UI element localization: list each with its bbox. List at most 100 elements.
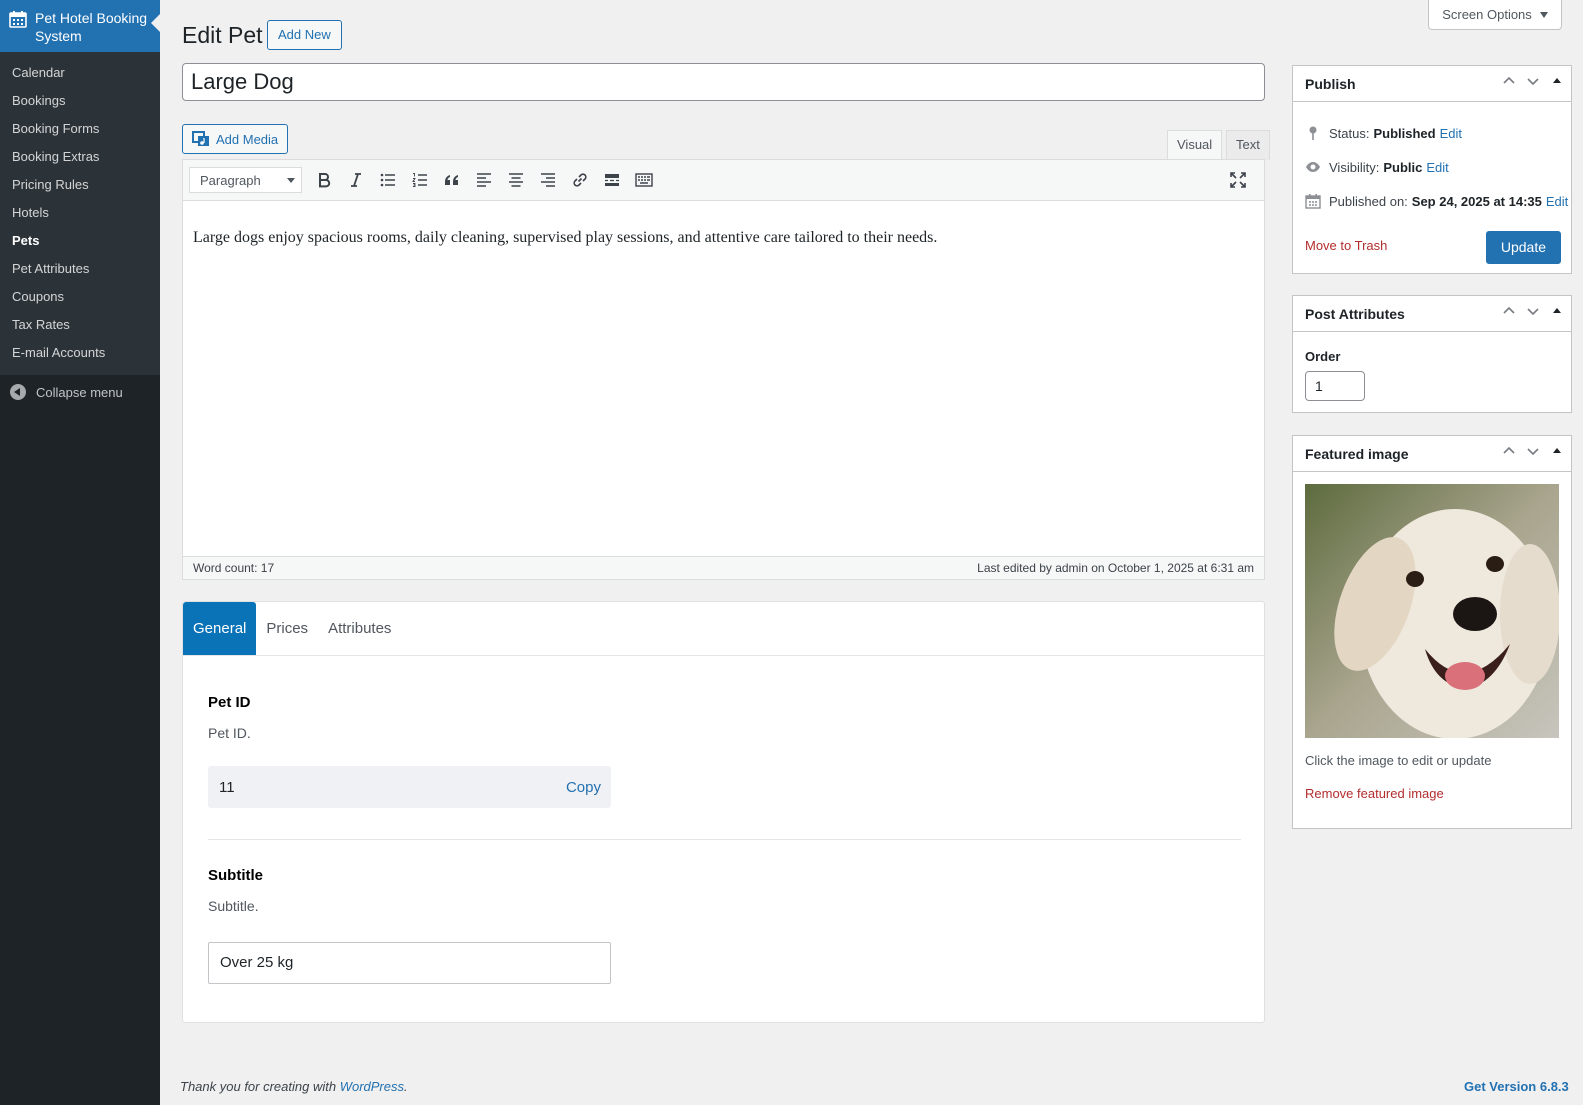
sidebar-item-pets[interactable]: Pets [0, 227, 160, 255]
post-title-input[interactable]: Large Dog [182, 63, 1265, 101]
sidebar-item-email-accounts[interactable]: E-mail Accounts [0, 339, 160, 367]
sidebar-item-pet-attributes[interactable]: Pet Attributes [0, 255, 160, 283]
featured-image-hint: Click the image to edit or update [1305, 753, 1492, 768]
align-right-button[interactable] [532, 165, 564, 195]
italic-button[interactable] [340, 165, 372, 195]
collapse-menu-button[interactable]: Collapse menu [0, 375, 160, 409]
fullscreen-icon [1230, 172, 1246, 188]
align-left-button[interactable] [468, 165, 500, 195]
keyboard-icon [635, 173, 653, 187]
sidebar-item-booking-extras[interactable]: Booking Extras [0, 143, 160, 171]
bulleted-list-button[interactable] [372, 165, 404, 195]
sidebar-item-coupons[interactable]: Coupons [0, 283, 160, 311]
sidebar-item-pricing-rules[interactable]: Pricing Rules [0, 171, 160, 199]
featured-box-header: Featured image [1293, 436, 1571, 472]
chevron-up-icon[interactable] [1501, 443, 1517, 459]
page-title: Edit Pet [182, 22, 263, 48]
update-button[interactable]: Update [1485, 231, 1561, 264]
add-media-button[interactable]: Add Media [182, 124, 289, 154]
visibility-label: Visibility: [1329, 159, 1380, 175]
sidebar-item-hotels[interactable]: Hotels [0, 199, 160, 227]
visibility-row: Visibility: Public Edit [1305, 159, 1449, 175]
status-label: Status: [1329, 125, 1370, 141]
sidebar-submenu: Calendar Bookings Booking Forms Booking … [0, 52, 160, 375]
tab-prices[interactable]: Prices [256, 602, 318, 655]
meta-tabs: General Prices Attributes [183, 602, 1264, 656]
pet-id-description: Pet ID. [208, 725, 251, 741]
subtitle-description: Subtitle. [208, 898, 259, 914]
eye-icon [1306, 162, 1320, 172]
publish-box-title: Publish [1305, 75, 1356, 92]
pet-id-field: 11 Copy [208, 766, 611, 808]
align-right-icon [541, 173, 555, 187]
tab-text[interactable]: Text [1226, 130, 1270, 160]
chevron-up-icon[interactable] [1501, 303, 1517, 319]
screen-options-button[interactable]: Screen Options [1428, 0, 1562, 30]
visibility-edit-link[interactable]: Edit [1426, 160, 1448, 175]
copy-link[interactable]: Copy [566, 779, 601, 796]
editor-content-area[interactable]: Large dogs enjoy spacious rooms, daily c… [183, 201, 1264, 559]
attributes-box-header: Post Attributes [1293, 296, 1571, 332]
chevron-down-icon[interactable] [1525, 73, 1541, 89]
insert-link-button[interactable] [564, 165, 596, 195]
featured-box-title: Featured image [1305, 445, 1409, 462]
chevron-up-icon[interactable] [1501, 73, 1517, 89]
sidebar-item-tax-rates[interactable]: Tax Rates [0, 311, 160, 339]
remove-featured-image-link[interactable]: Remove featured image [1305, 786, 1444, 801]
publish-box: Publish Status: Published Edit Visibilit… [1292, 65, 1572, 274]
version-link[interactable]: Get Version 6.8.3 [1464, 1079, 1569, 1094]
published-edit-link[interactable]: Edit [1546, 194, 1568, 209]
bullet-list-icon [380, 173, 395, 187]
chevron-down-icon[interactable] [1525, 303, 1541, 319]
content-editor: Paragraph Large dogs enjoy spacious room… [182, 159, 1265, 580]
order-label: Order [1305, 349, 1341, 364]
footer-thanks: Thank you for creating with WordPress. [180, 1079, 408, 1094]
tab-attributes[interactable]: Attributes [318, 602, 401, 655]
editor-toolbar: Paragraph [183, 160, 1264, 201]
sidebar-item-calendar[interactable]: Calendar [0, 59, 160, 87]
sidebar-brand[interactable]: Pet Hotel Booking System [0, 0, 160, 52]
read-more-button[interactable] [596, 165, 628, 195]
featured-image-dog[interactable] [1305, 484, 1559, 738]
collapse-triangle-icon[interactable] [1549, 443, 1565, 459]
toolbar-toggle-button[interactable] [628, 165, 660, 195]
tab-general[interactable]: General [183, 602, 257, 655]
bold-icon [319, 173, 331, 188]
published-on-row: Published on: Sep 24, 2025 at 14:35 Edit [1305, 193, 1568, 209]
status-edit-link[interactable]: Edit [1440, 126, 1462, 141]
screen-options-label: Screen Options [1442, 7, 1532, 22]
fullscreen-button[interactable] [1222, 165, 1254, 195]
align-center-button[interactable] [500, 165, 532, 195]
sidebar-item-booking-forms[interactable]: Booking Forms [0, 115, 160, 143]
link-icon [573, 173, 587, 187]
order-input[interactable]: 1 [1305, 371, 1365, 401]
format-select[interactable]: Paragraph [189, 167, 302, 193]
add-media-label: Add Media [216, 131, 279, 147]
collapse-menu-label: Collapse menu [36, 384, 123, 400]
subtitle-input[interactable]: Over 25 kg [208, 942, 611, 984]
sidebar-item-bookings[interactable]: Bookings [0, 87, 160, 115]
pet-id-value: 11 [219, 778, 235, 796]
post-attributes-box: Post Attributes Order 1 [1292, 295, 1572, 413]
pin-icon [1309, 126, 1317, 140]
numbered-list-button[interactable] [404, 165, 436, 195]
caret-down-icon [1539, 11, 1548, 18]
status-row: Status: Published Edit [1305, 125, 1462, 141]
sidebar-brand-label: Pet Hotel Booking System [35, 10, 148, 44]
visibility-value: Public [1383, 159, 1423, 175]
collapse-triangle-icon[interactable] [1549, 73, 1565, 89]
editor-status-bar: Word count: 17 Last edited by admin on O… [183, 556, 1264, 579]
wordpress-link[interactable]: WordPress [340, 1079, 404, 1094]
bold-button[interactable] [308, 165, 340, 195]
chevron-down-icon[interactable] [1525, 443, 1541, 459]
subtitle-label: Subtitle [208, 867, 263, 884]
word-count: Word count: 17 [193, 561, 275, 575]
collapse-triangle-icon[interactable] [1549, 303, 1565, 319]
tab-visual[interactable]: Visual [1167, 130, 1223, 161]
footer-thanks-suffix: . [404, 1079, 408, 1094]
published-label: Published on: [1329, 193, 1408, 209]
blockquote-button[interactable] [436, 165, 468, 195]
add-new-button[interactable]: Add New [267, 20, 342, 50]
move-to-trash-link[interactable]: Move to Trash [1305, 238, 1387, 253]
read-more-icon [605, 174, 619, 186]
